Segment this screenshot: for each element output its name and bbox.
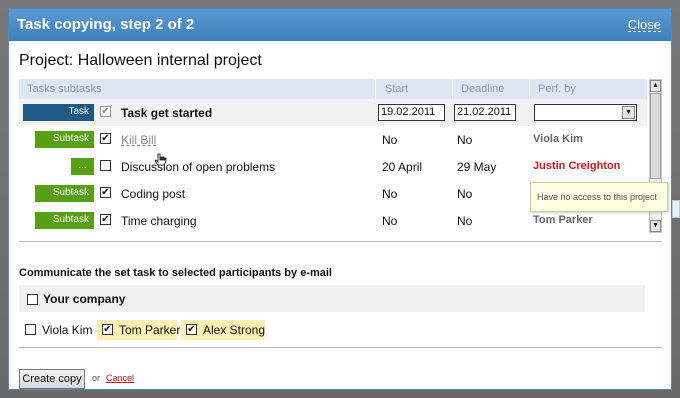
divider bbox=[19, 241, 662, 242]
subtask-tag: Subtask bbox=[35, 131, 94, 148]
scroll-up-icon[interactable]: ▲ bbox=[650, 80, 661, 92]
participant-name: Alex Strong bbox=[203, 323, 266, 337]
performer-name: Viola Kim bbox=[533, 133, 583, 145]
background-control bbox=[672, 200, 680, 218]
dialog-header: Task copying, step 2 of 2 Close bbox=[9, 9, 671, 41]
table-row: Task ✔ Task get started 19.02.2011 21.02… bbox=[19, 99, 647, 126]
participant-checkbox[interactable]: ✔ bbox=[186, 324, 197, 335]
task-tag: Task bbox=[23, 104, 94, 121]
no-access-tooltip: Have no access to this project bbox=[530, 182, 668, 212]
participant-viola-kim[interactable]: Viola Kim bbox=[19, 320, 93, 340]
participant-alex-strong[interactable]: ✔ Alex Strong bbox=[181, 320, 265, 340]
table-row: Subtask ✔ Kill Bill No No Viola Kim bbox=[19, 126, 647, 153]
divider bbox=[19, 347, 662, 348]
perf-by-select[interactable]: ▼ bbox=[534, 104, 637, 121]
header-start: Start bbox=[385, 83, 409, 95]
task-name: Task get started bbox=[121, 106, 213, 120]
or-label: or bbox=[92, 373, 101, 383]
start-value: No bbox=[382, 133, 398, 147]
close-link[interactable]: Close bbox=[627, 18, 661, 32]
header-separator bbox=[529, 79, 530, 99]
header-tasks: Tasks subtasks bbox=[27, 83, 102, 95]
deadline-value: No bbox=[457, 214, 473, 228]
header-perf-by: Perf. by bbox=[538, 83, 576, 95]
chevron-down-icon: ▼ bbox=[622, 106, 635, 119]
task-name: Coding post bbox=[121, 187, 186, 201]
header-deadline: Deadline bbox=[461, 83, 505, 95]
row-checkbox[interactable]: ✔ bbox=[100, 214, 111, 225]
participant-checkbox[interactable] bbox=[25, 324, 36, 335]
task-copy-dialog: Task copying, step 2 of 2 Close Project:… bbox=[8, 8, 672, 390]
task-name[interactable]: Kill Bill bbox=[121, 133, 156, 147]
hand-cursor-icon bbox=[154, 153, 168, 172]
deadline-date-input[interactable]: 21.02.2011 bbox=[454, 104, 516, 121]
deadline-value: No bbox=[457, 133, 473, 147]
dialog-title: Task copying, step 2 of 2 bbox=[17, 16, 195, 33]
participant-checkbox[interactable]: ✔ bbox=[102, 324, 113, 335]
table-header: Tasks subtasks Start Deadline Perf. by bbox=[19, 79, 647, 99]
row-checkbox[interactable]: ✔ bbox=[100, 106, 111, 117]
email-section-title: Communicate the set task to selected par… bbox=[19, 267, 332, 279]
participant-name: Viola Kim bbox=[42, 323, 93, 337]
deadline-value: No bbox=[457, 187, 473, 201]
company-label: Your company bbox=[43, 292, 126, 306]
subtask-tag: Subtask bbox=[35, 185, 94, 202]
row-checkbox[interactable]: ✔ bbox=[100, 133, 111, 144]
table-row: ... Discussion of open problems 20 April… bbox=[19, 153, 647, 180]
subtask-tag: Subtask bbox=[35, 212, 94, 229]
create-copy-button[interactable]: Create copy bbox=[19, 369, 85, 389]
participant-tom-parker[interactable]: ✔ Tom Parker bbox=[97, 320, 181, 340]
participant-name: Tom Parker bbox=[119, 323, 181, 337]
project-title: Project: Halloween internal project bbox=[19, 52, 262, 69]
scroll-thumb[interactable] bbox=[650, 93, 661, 179]
deadline-value: 29 May bbox=[457, 160, 497, 174]
start-date-input[interactable]: 19.02.2011 bbox=[378, 104, 445, 121]
header-separator bbox=[375, 79, 376, 99]
company-row: Your company bbox=[19, 285, 645, 312]
task-name: Discussion of open problems bbox=[121, 160, 276, 174]
subtask-tag: ... bbox=[71, 158, 94, 175]
start-value: No bbox=[382, 214, 398, 228]
performer-name: Tom Parker bbox=[533, 214, 593, 226]
scroll-down-icon[interactable]: ▼ bbox=[650, 220, 661, 232]
header-separator bbox=[452, 79, 453, 99]
start-value: No bbox=[382, 187, 398, 201]
company-checkbox[interactable] bbox=[27, 294, 38, 305]
performer-name: Justin Creighton bbox=[533, 160, 621, 172]
row-checkbox[interactable]: ✔ bbox=[100, 187, 111, 198]
start-value: 20 April bbox=[382, 160, 423, 174]
cancel-link[interactable]: Cancel bbox=[106, 373, 134, 383]
row-checkbox[interactable] bbox=[100, 160, 111, 171]
task-name: Time charging bbox=[121, 214, 197, 228]
